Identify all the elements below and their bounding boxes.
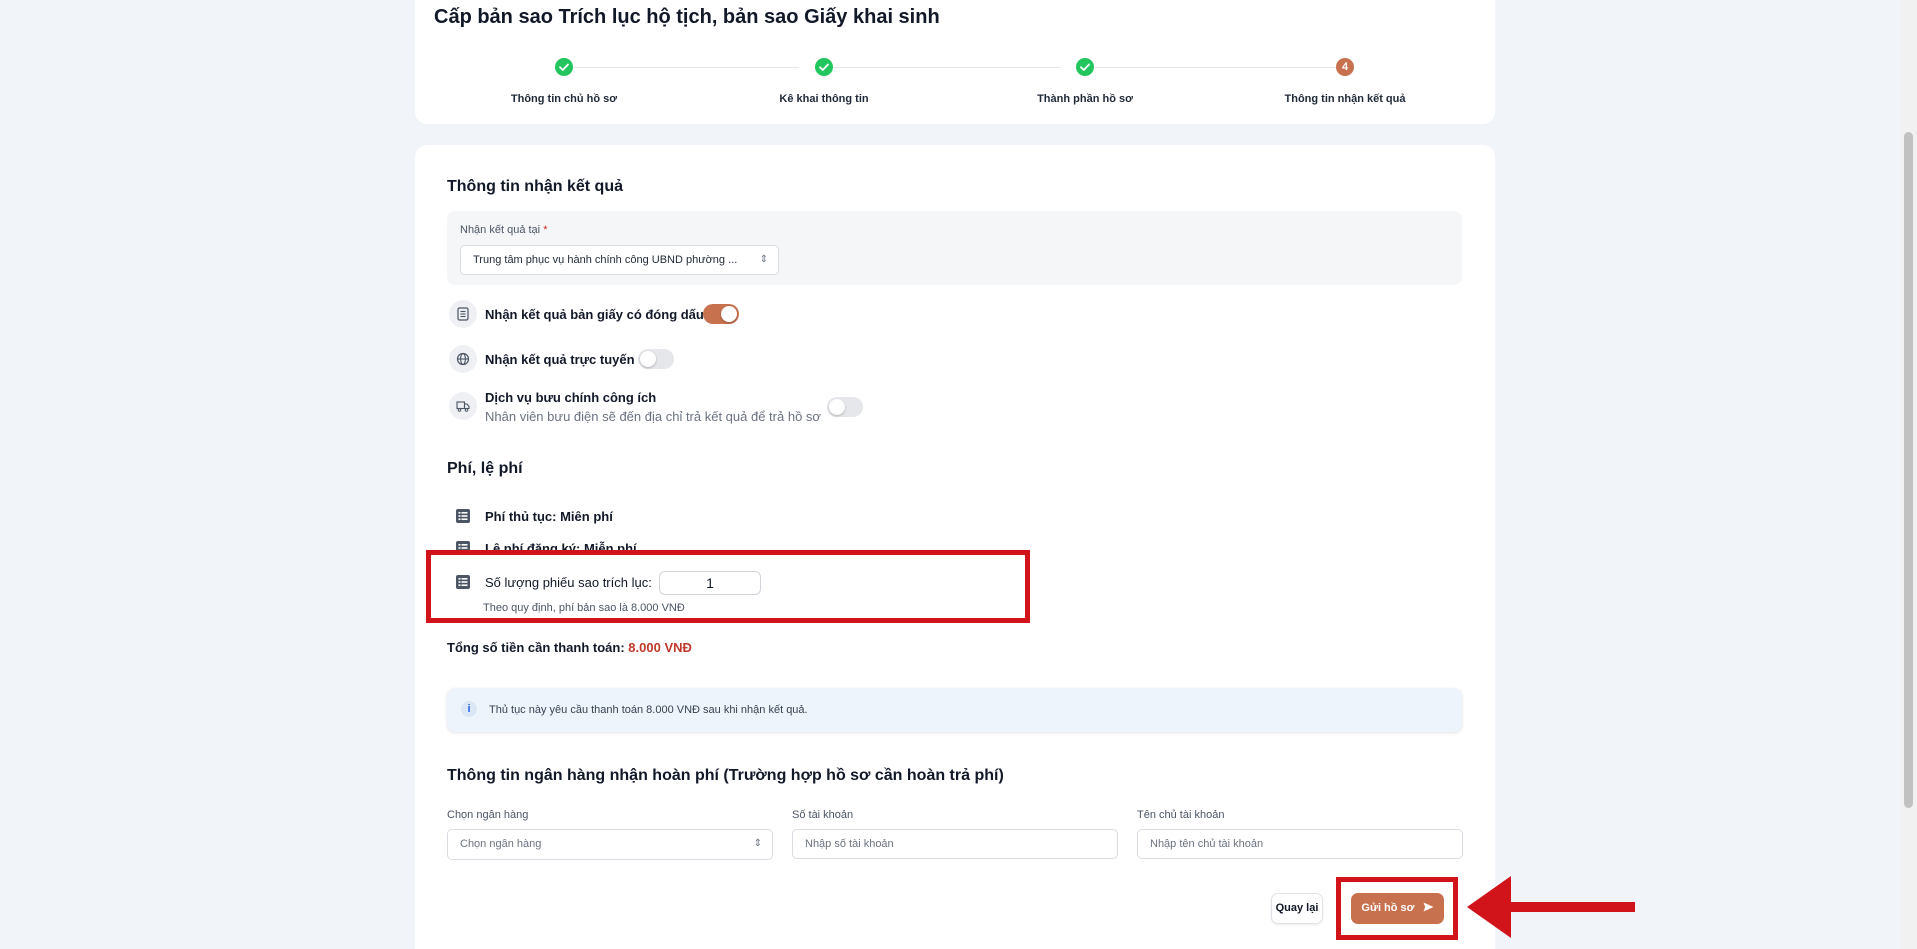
option-online-result-label: Nhận kết quả trực tuyến: [485, 352, 635, 367]
procedure-fee-text: Phí thủ tục: Miên phí: [485, 509, 613, 524]
bank-select[interactable]: Chọn ngân hàng ⇕: [447, 829, 773, 860]
step-2-check-icon: [815, 58, 833, 76]
highlight-box-submit: [1336, 877, 1458, 940]
account-owner-input[interactable]: [1137, 829, 1463, 859]
total-payment: Tổng số tiền cần thanh toán: 8.000 VNĐ: [447, 640, 692, 655]
step-1-label: Thông tin chủ hồ sơ: [510, 93, 618, 105]
online-result-toggle[interactable]: [638, 349, 674, 369]
scrollbar-thumb[interactable]: [1904, 132, 1913, 808]
annotation-arrow-head: [1467, 876, 1511, 938]
account-owner-label: Tên chủ tài khoản: [1137, 809, 1225, 821]
bank-section-title: Thông tin ngân hàng nhận hoàn phí (Trườn…: [447, 767, 1004, 784]
account-number-label: Số tài khoản: [792, 809, 854, 821]
globe-icon: [449, 345, 477, 373]
receive-section-title: Thông tin nhận kết quả: [447, 178, 623, 195]
list-icon: [456, 509, 470, 523]
stepper-connector: [569, 67, 799, 68]
step-2-label: Kê khai thông tin: [779, 93, 869, 105]
payment-info-box: i Thủ tục này yêu cầu thanh toán 8.000 V…: [447, 688, 1462, 732]
option-postal-label: Dịch vụ bưu chính công ích: [485, 390, 657, 405]
bank-select-label: Chọn ngân hàng: [447, 809, 529, 821]
step-1-check-icon: [555, 58, 573, 76]
stepper-connector: [829, 67, 1060, 68]
step-4-number: 4: [1336, 58, 1354, 76]
fees-section-title: Phí, lệ phí: [447, 460, 523, 477]
option-postal-description: Nhân viên bưu điện sẽ đến địa chỉ trả kế…: [485, 409, 821, 424]
updown-chevron-icon: ⇕: [759, 254, 768, 265]
highlight-box-quantity: [426, 550, 1030, 623]
stepper-connector: [1090, 67, 1342, 68]
total-amount: 8.000 VNĐ: [628, 640, 692, 655]
back-button[interactable]: Quay lại: [1271, 893, 1323, 924]
receive-location-select[interactable]: Trung tâm phục vụ hành chính công UBND p…: [460, 245, 779, 275]
account-number-input[interactable]: [792, 829, 1118, 859]
updown-chevron-icon: ⇕: [753, 838, 762, 849]
receive-location-label: Nhận kết quả tại *: [460, 224, 548, 236]
step-4-label: Thông tin nhận kết quả: [1284, 93, 1406, 105]
page-title: Cấp bản sao Trích lục hộ tịch, bản sao G…: [434, 6, 940, 28]
document-icon: [449, 300, 477, 328]
payment-info-text: Thủ tục này yêu cầu thanh toán 8.000 VNĐ…: [489, 704, 808, 716]
postal-service-toggle[interactable]: [827, 397, 863, 417]
info-icon: i: [461, 701, 477, 717]
step-3-label: Thành phần hồ sơ: [1037, 93, 1133, 105]
truck-icon: [449, 392, 477, 420]
paper-result-toggle[interactable]: [703, 304, 739, 324]
option-paper-result-label: Nhận kết quả bản giấy có đóng dấu: [485, 307, 704, 322]
step-3-check-icon: [1076, 58, 1094, 76]
